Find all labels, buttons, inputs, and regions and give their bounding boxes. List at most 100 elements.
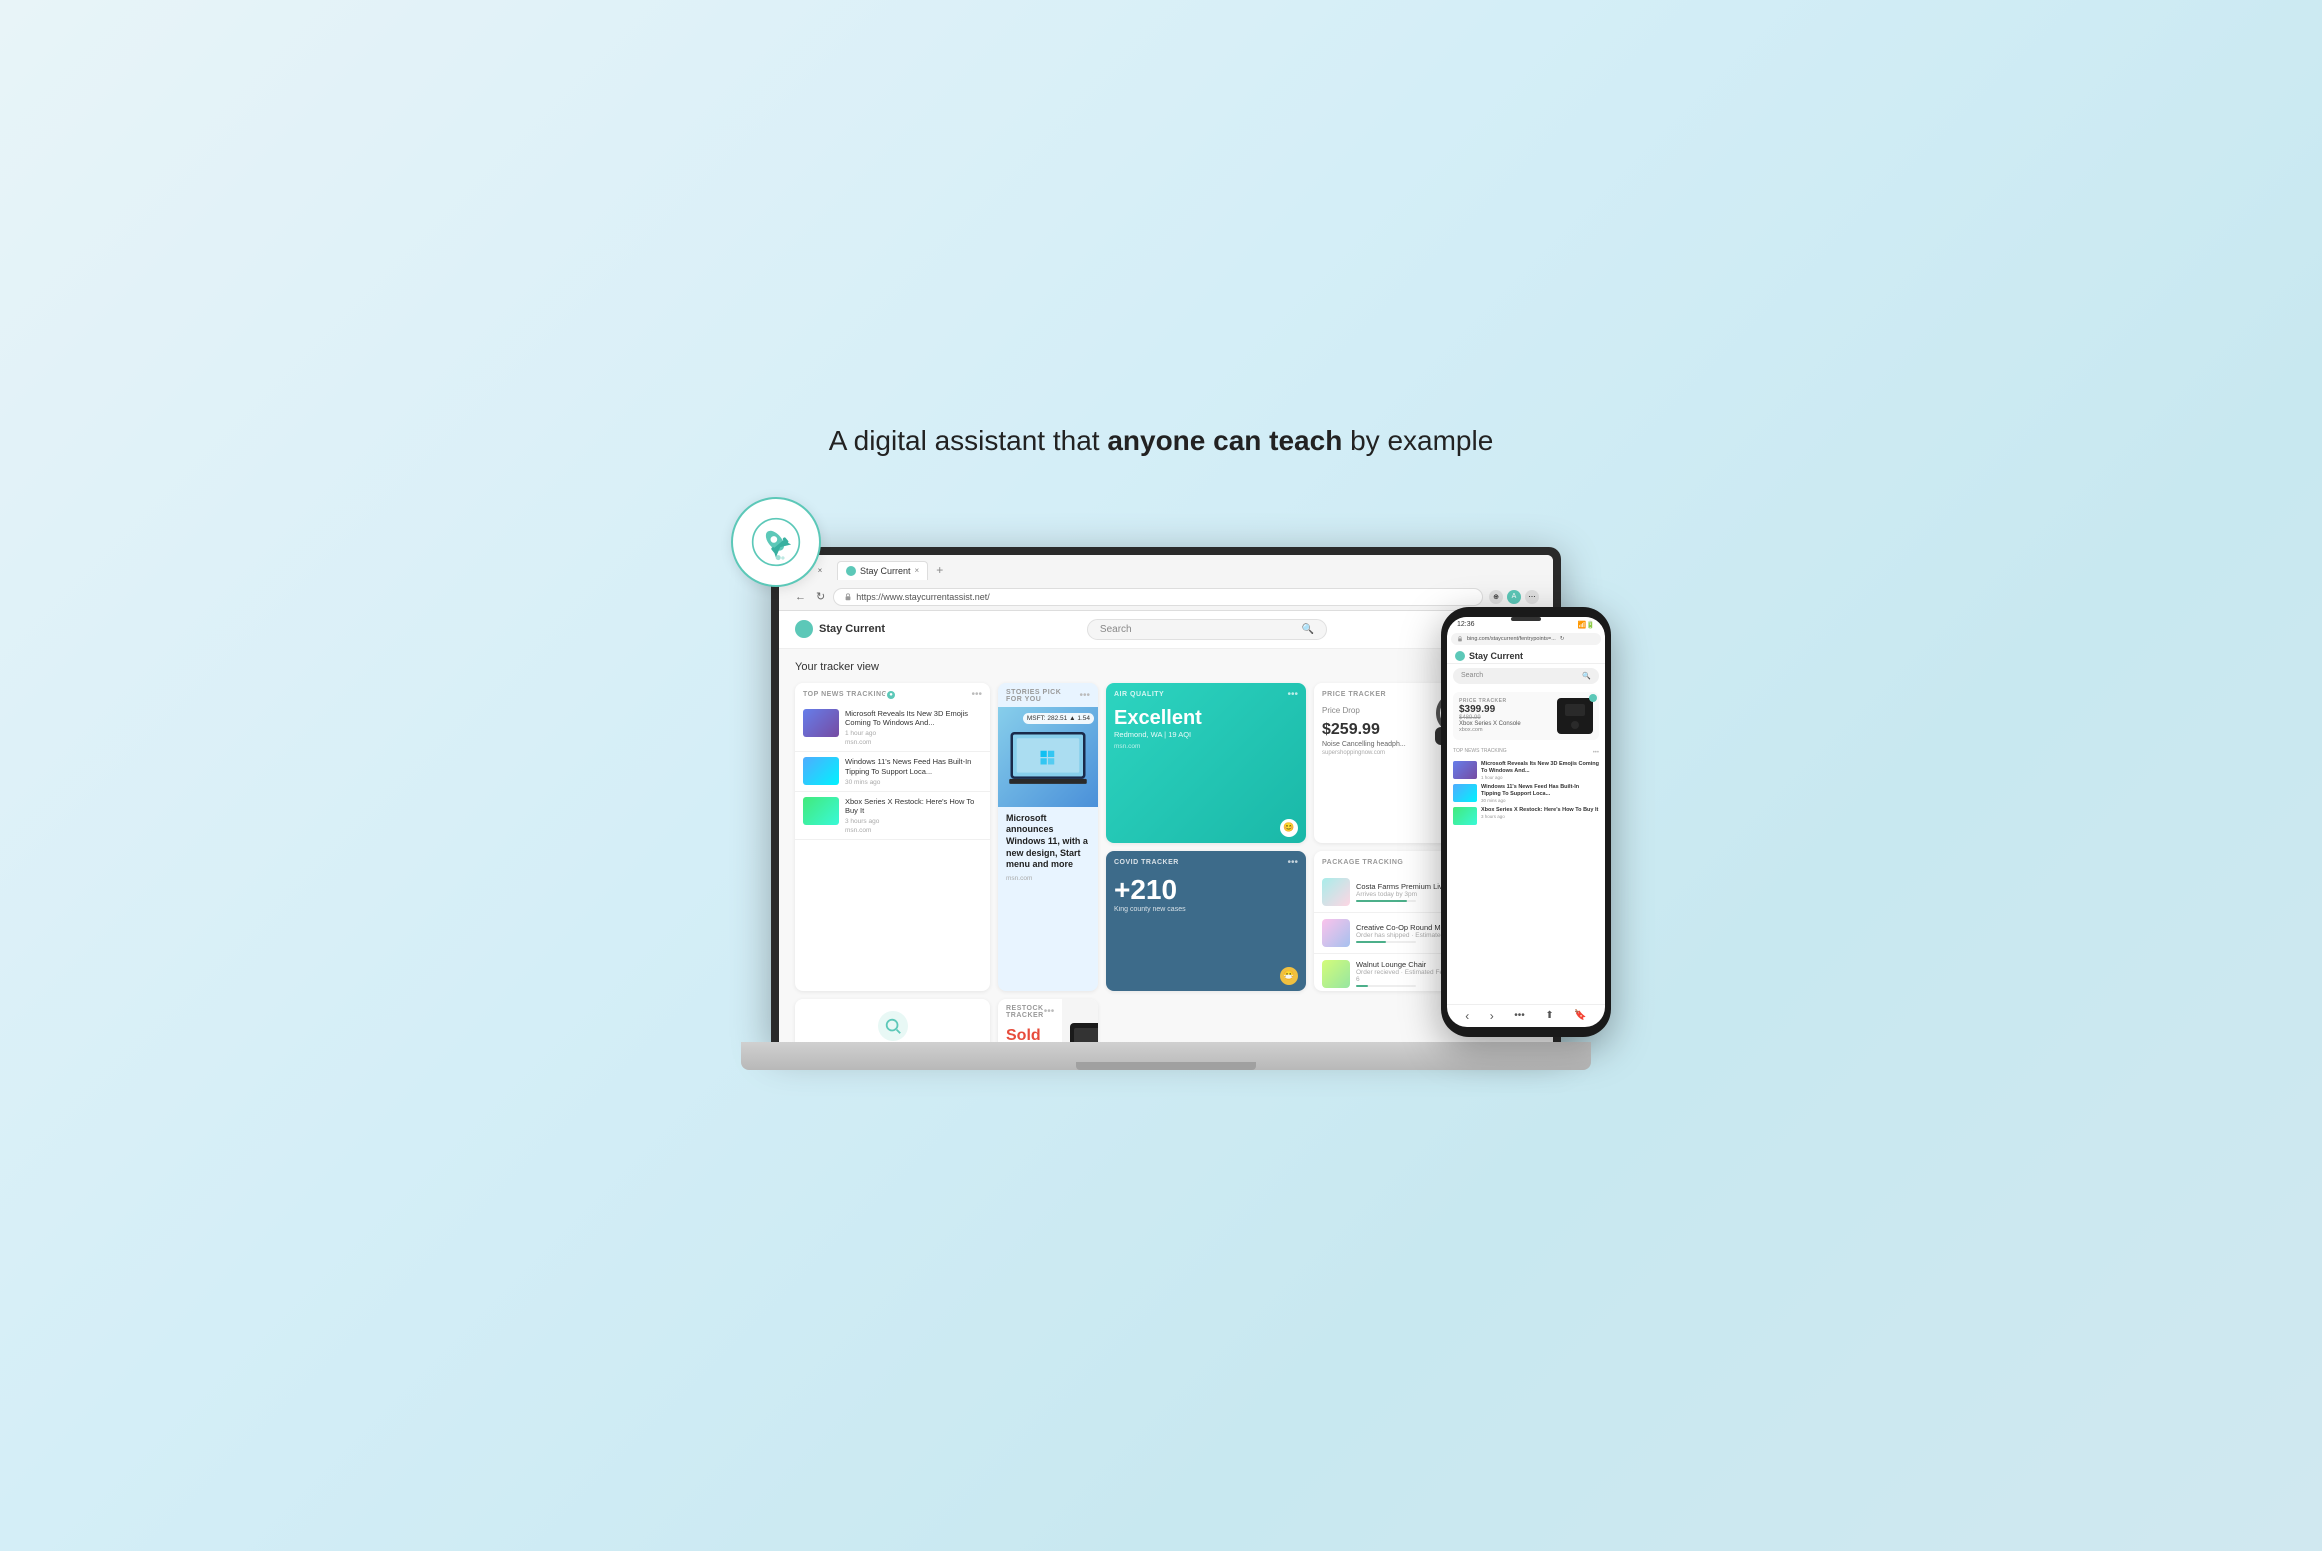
package-status-3: Order recieved · Estimated Feb 6	[1356, 969, 1451, 983]
phone-news-time-2: 30 mins ago	[1481, 798, 1599, 803]
stories-card: STORIES PICK FOR YOU •••	[998, 683, 1098, 991]
address-bar[interactable]: https://www.staycurrentassist.net/	[833, 588, 1483, 606]
dashboard-title: Your tracker view	[795, 661, 879, 673]
phone-search[interactable]: Search 🔍	[1453, 668, 1599, 684]
browser-nav-bar: ← ↻ https://www.staycurrentassist.net/ ⊕…	[787, 584, 1545, 610]
phone-app-name: Stay Current	[1469, 651, 1523, 661]
covid-header: COVID TRACKER •••	[1106, 851, 1306, 872]
phone-news-title-1: Microsoft Reveals Its New 3D Emojis Comi…	[1481, 761, 1599, 775]
air-quality-header: AIR QUALITY •••	[1106, 683, 1306, 704]
phone-news-item-3: Xbox Series X Restock: Here's How To Buy…	[1453, 807, 1599, 825]
tab-close-button[interactable]: ×	[915, 566, 920, 575]
phone-screen: 12:36 📶🔋 bing.com/staycurrent/fentrypoin…	[1447, 617, 1605, 1027]
phone-price-notif	[1589, 694, 1597, 702]
browser-refresh-button[interactable]: ↻	[814, 588, 827, 605]
notification-dot: ●	[885, 689, 897, 701]
headline: A digital assistant that anyone can teac…	[829, 425, 1494, 457]
tab-title: Stay Current	[860, 566, 911, 576]
app-search-bar[interactable]: Search 🔍	[1087, 619, 1327, 640]
browser-close-button[interactable]: ×	[815, 565, 825, 575]
stories-more[interactable]: •••	[1079, 690, 1090, 701]
phone-news-item-1: Microsoft Reveals Its New 3D Emojis Comi…	[1453, 761, 1599, 780]
phone-time: 12:36	[1457, 621, 1475, 628]
phone-url: bing.com/staycurrent/fentrypoints=...	[1467, 636, 1556, 642]
rocket-circle	[731, 497, 821, 587]
phone-price-card: PRICE TRACKER $399.99 $489.99 Xbox Serie…	[1453, 692, 1599, 740]
tracker-grid: TOP NEWS TRACKING ••• ● Microsoft Reveal…	[795, 683, 1537, 1047]
headline-suffix: by example	[1342, 425, 1493, 456]
phone-news-title-2: Windows 11's News Feed Has Built-In Tipp…	[1481, 784, 1599, 798]
phone-refresh-icon[interactable]: ↻	[1560, 636, 1565, 642]
app-logo-text: Stay Current	[819, 623, 885, 635]
restock-header: RESTOCK TRACKER •••	[998, 999, 1062, 1023]
extensions-icon[interactable]: ⊕	[1489, 590, 1503, 604]
phone-news-text-2: Windows 11's News Feed Has Built-In Tipp…	[1481, 784, 1599, 803]
news-thumb-2	[803, 757, 839, 785]
package-content-3: Walnut Lounge Chair Order recieved · Est…	[1356, 960, 1451, 987]
air-quality-source: msn.com	[1106, 739, 1306, 754]
phone-search-icon: 🔍	[1582, 672, 1591, 680]
news-meta-2: 30 mins ago	[845, 779, 982, 786]
news-item: Microsoft Reveals Its New 3D Emojis Comi…	[795, 704, 990, 753]
phone-news-more[interactable]: •••	[1593, 750, 1599, 756]
package-label: PACKAGE TRACKING	[1322, 859, 1403, 866]
package-progress-fill-2	[1356, 941, 1386, 943]
app-logo-area: Stay Current	[795, 620, 885, 638]
phone-nav-forward[interactable]: ›	[1490, 1009, 1494, 1023]
phone-nav-more[interactable]: •••	[1514, 1010, 1525, 1021]
restock-more[interactable]: •••	[1044, 1006, 1055, 1017]
air-quality-more[interactable]: •••	[1287, 689, 1298, 700]
news-card: TOP NEWS TRACKING ••• ● Microsoft Reveal…	[795, 683, 990, 991]
phone-nav-bookmark[interactable]: 🔖	[1574, 1010, 1586, 1021]
news-card-more[interactable]: •••	[971, 689, 982, 700]
news-thumb-1	[803, 709, 839, 737]
phone-nav-share[interactable]: ⬆	[1545, 1010, 1553, 1021]
scene: ─ □ × Stay Current × + ← ↻	[711, 487, 1611, 1127]
covid-description: King county new cases	[1106, 904, 1306, 915]
package-progress-fill-3	[1356, 985, 1368, 987]
browser-back-button[interactable]: ←	[793, 589, 808, 605]
news-title-3: Xbox Series X Restock: Here's How To Buy…	[845, 797, 982, 817]
phone-nav-back[interactable]: ‹	[1465, 1009, 1469, 1023]
dont-see-icon	[878, 1011, 908, 1041]
phone-news-thumb-3	[1453, 807, 1477, 825]
phone-news-thumb-2	[1453, 784, 1477, 802]
package-thumb-3	[1322, 960, 1350, 988]
stories-title: Microsoft announces Windows 11, with a n…	[1006, 813, 1090, 871]
browser-tab[interactable]: Stay Current ×	[837, 561, 928, 580]
phone-price-value: $399.99	[1459, 704, 1553, 715]
covid-number: +210	[1106, 872, 1306, 904]
covid-card: COVID TRACKER ••• +210 King county new c…	[1106, 851, 1306, 991]
restock-info: RESTOCK TRACKER ••• Sold Out Xbox Series…	[998, 999, 1062, 1047]
covid-more[interactable]: •••	[1287, 857, 1298, 868]
phone-news-section: TOP NEWS TRACKING ••• Microsoft Reveals …	[1447, 744, 1605, 1004]
phone-news-text-3: Xbox Series X Restock: Here's How To Buy…	[1481, 807, 1599, 819]
lock-icon	[844, 593, 852, 601]
package-thumb-1	[1322, 878, 1350, 906]
phone-address-bar[interactable]: bing.com/staycurrent/fentrypoints=... ↻	[1451, 633, 1601, 645]
restock-label: RESTOCK TRACKER	[1006, 1005, 1044, 1019]
app-header: Stay Current Search 🔍 ≡	[779, 611, 1553, 649]
stories-label: STORIES PICK FOR YOU	[1006, 689, 1079, 703]
profile-icon[interactable]: A	[1507, 590, 1521, 604]
phone-news-text-1: Microsoft Reveals Its New 3D Emojis Comi…	[1481, 761, 1599, 780]
headline-bold: anyone can teach	[1107, 425, 1342, 456]
news-source-3: msn.com	[845, 827, 982, 834]
phone-news-time-1: 1 hour ago	[1481, 775, 1599, 780]
air-quality-card: AIR QUALITY ••• Excellent Redmond, WA | …	[1106, 683, 1306, 843]
price-tracker-label: PRICE TRACKER	[1322, 691, 1386, 698]
air-quality-label: AIR QUALITY	[1114, 691, 1164, 698]
phone-app-logo	[1455, 651, 1465, 661]
browser-chrome: ─ □ × Stay Current × + ← ↻	[779, 555, 1553, 611]
new-tab-button[interactable]: +	[936, 563, 943, 577]
rocket-icon	[751, 517, 801, 567]
browser-title-bar: ─ □ × Stay Current × +	[787, 561, 1545, 580]
phone-signal: 📶🔋	[1578, 621, 1595, 629]
settings-icon[interactable]: ⋯	[1525, 590, 1539, 604]
phone-notch	[1511, 617, 1541, 621]
air-quality-location: Redmond, WA | 19 AQI	[1106, 730, 1306, 739]
phone-app-header: Stay Current	[1447, 647, 1605, 664]
news-thumb-3	[803, 797, 839, 825]
package-name-3: Walnut Lounge Chair	[1356, 960, 1451, 969]
phone-news-title-3: Xbox Series X Restock: Here's How To Buy…	[1481, 807, 1599, 814]
